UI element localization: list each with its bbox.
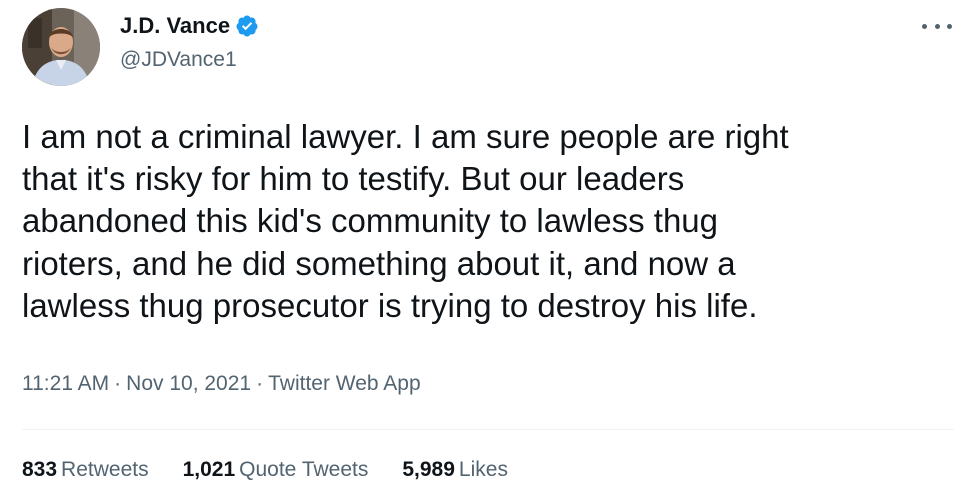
meta-separator: · — [114, 372, 122, 395]
quote-tweets-count: 1,021 — [182, 458, 236, 481]
author-avatar[interactable] — [22, 8, 100, 86]
tweet-text: I am not a criminal lawyer. I am sure pe… — [22, 118, 789, 324]
more-dot — [947, 23, 952, 29]
author-name-row: J.D. Vance — [120, 13, 259, 39]
author-display-name[interactable]: J.D. Vance — [120, 13, 230, 39]
tweet-metadata: 11:21 AM · Nov 10, 2021 · Twitter Web App — [22, 370, 421, 398]
likes-count: 5,989 — [402, 458, 455, 481]
tweet-time[interactable]: 11:21 AM — [22, 372, 109, 395]
tweet-date[interactable]: Nov 10, 2021 — [126, 372, 251, 395]
engagement-stats: 833 Retweets 1,021 Quote Tweets 5,989 Likes — [22, 456, 542, 484]
likes-label: Likes — [458, 458, 508, 481]
tweet-card: J.D. Vance @JDVance1 I am not a criminal… — [0, 0, 964, 499]
meta-separator: · — [256, 372, 264, 395]
quote-tweets-stat[interactable]: 1,021 Quote Tweets — [183, 456, 369, 484]
retweets-stat[interactable]: 833 Retweets — [22, 456, 149, 484]
quote-tweets-label: Quote Tweets — [239, 458, 369, 481]
more-dot — [922, 23, 927, 29]
more-dot — [934, 23, 940, 29]
retweets-count: 833 — [22, 458, 58, 481]
avatar-photo-icon — [22, 8, 100, 86]
divider — [22, 429, 954, 430]
retweets-label: Retweets — [61, 458, 149, 481]
author-handle[interactable]: @JDVance1 — [120, 48, 237, 72]
verified-badge-icon — [235, 14, 259, 38]
more-options-icon[interactable] — [922, 14, 952, 38]
likes-stat[interactable]: 5,989 Likes — [402, 456, 508, 484]
tweet-source[interactable]: Twitter Web App — [268, 372, 421, 395]
